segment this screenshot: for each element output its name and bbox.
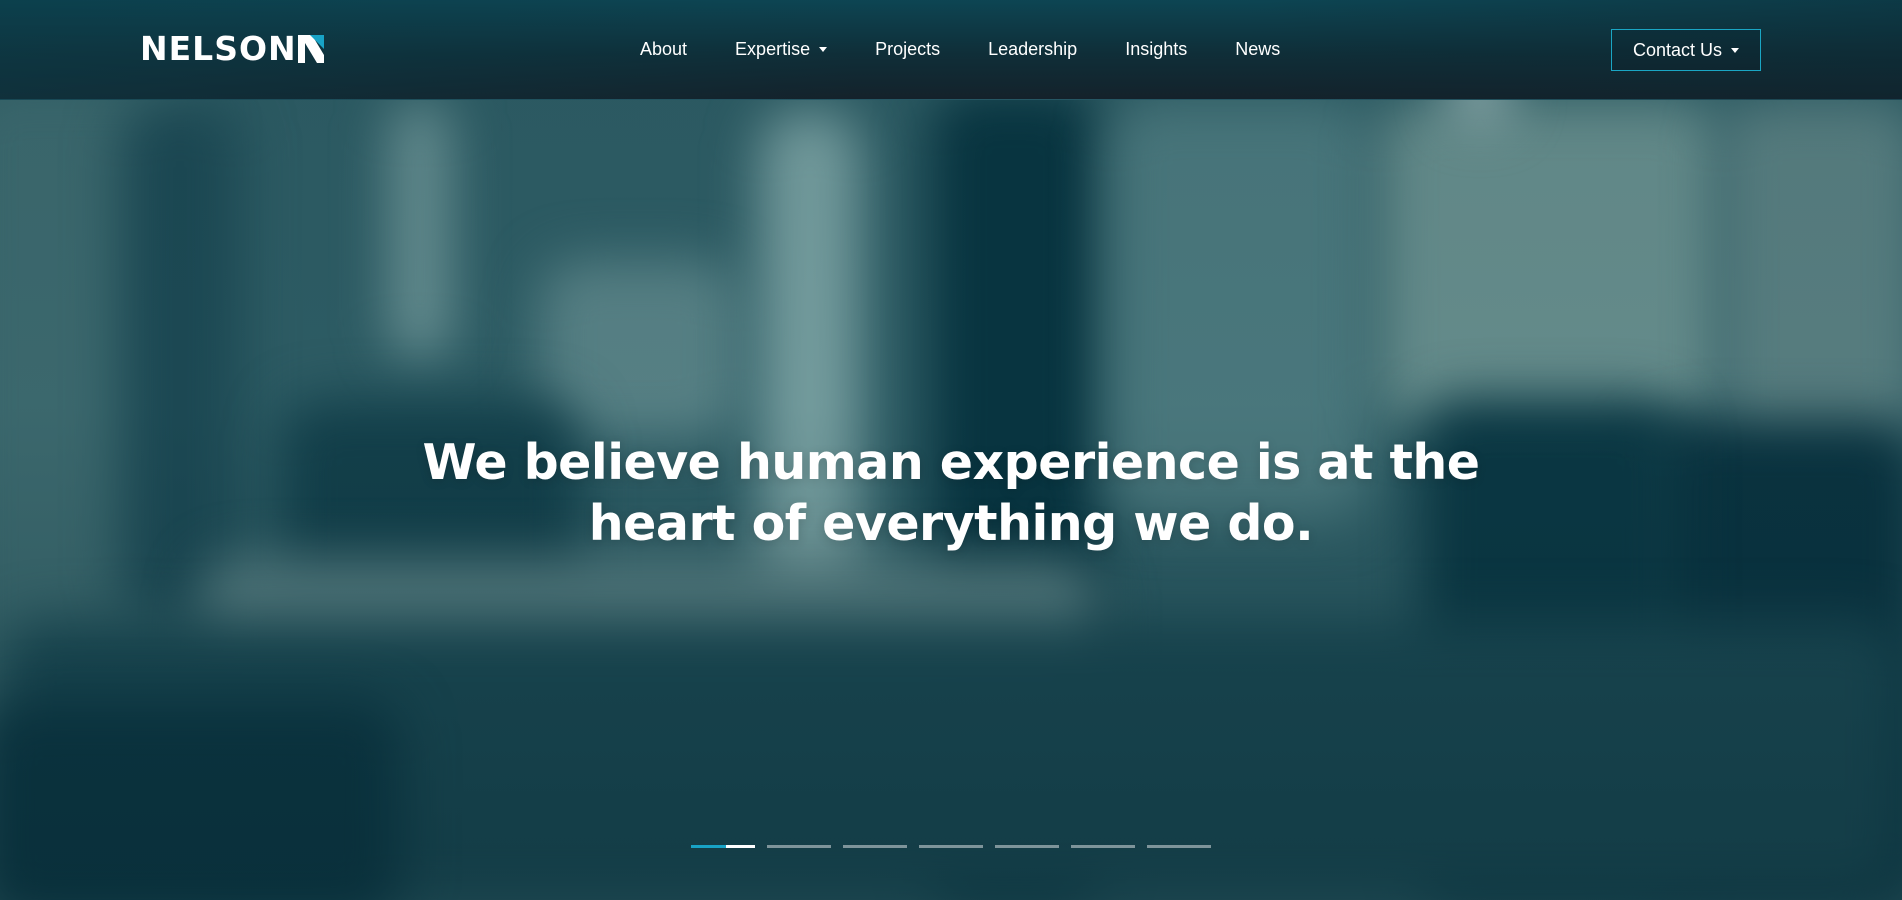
- nav-item-label: Leadership: [988, 38, 1078, 59]
- slider-indicators: [691, 845, 1223, 848]
- nav-item-label: Projects: [875, 38, 941, 59]
- nav-item-label: Insights: [1125, 38, 1188, 59]
- chevron-down-icon: [1731, 48, 1740, 53]
- slide-indicator[interactable]: [691, 845, 755, 848]
- logo-mark-icon: [297, 35, 324, 63]
- site-header: NELSON About Expertise Projects Leadersh…: [0, 0, 1902, 100]
- nav-item-projects[interactable]: Projects: [875, 39, 940, 60]
- slide-progress-fill: [691, 845, 727, 848]
- nav-item-label: News: [1235, 38, 1281, 59]
- nav-item-label: About: [640, 38, 688, 59]
- nav-item-news[interactable]: News: [1235, 39, 1280, 60]
- slide-indicator[interactable]: [1147, 845, 1211, 848]
- slide-indicator[interactable]: [1071, 845, 1135, 848]
- chevron-down-icon: [819, 47, 828, 52]
- slide-indicator[interactable]: [843, 845, 907, 848]
- nav-item-leadership[interactable]: Leadership: [988, 39, 1077, 60]
- nav-item-insights[interactable]: Insights: [1125, 39, 1187, 60]
- main-nav: About Expertise Projects Leadership Insi…: [640, 38, 1328, 60]
- contact-us-label: Contact Us: [1632, 39, 1723, 60]
- slide-indicator[interactable]: [919, 845, 983, 848]
- nelson-logo[interactable]: NELSON: [140, 29, 324, 68]
- slide-indicator[interactable]: [767, 845, 831, 848]
- page: NELSON About Expertise Projects Leadersh…: [0, 0, 1902, 900]
- nav-item-label: Expertise: [735, 38, 811, 59]
- logo-wordmark: NELSON: [140, 29, 297, 68]
- slide-indicator[interactable]: [995, 845, 1059, 848]
- nav-item-about[interactable]: About: [640, 39, 687, 60]
- nav-item-expertise[interactable]: Expertise: [735, 38, 828, 60]
- hero-headline: We believe human experience is at the he…: [422, 434, 1480, 552]
- contact-us-button[interactable]: Contact Us: [1611, 29, 1761, 71]
